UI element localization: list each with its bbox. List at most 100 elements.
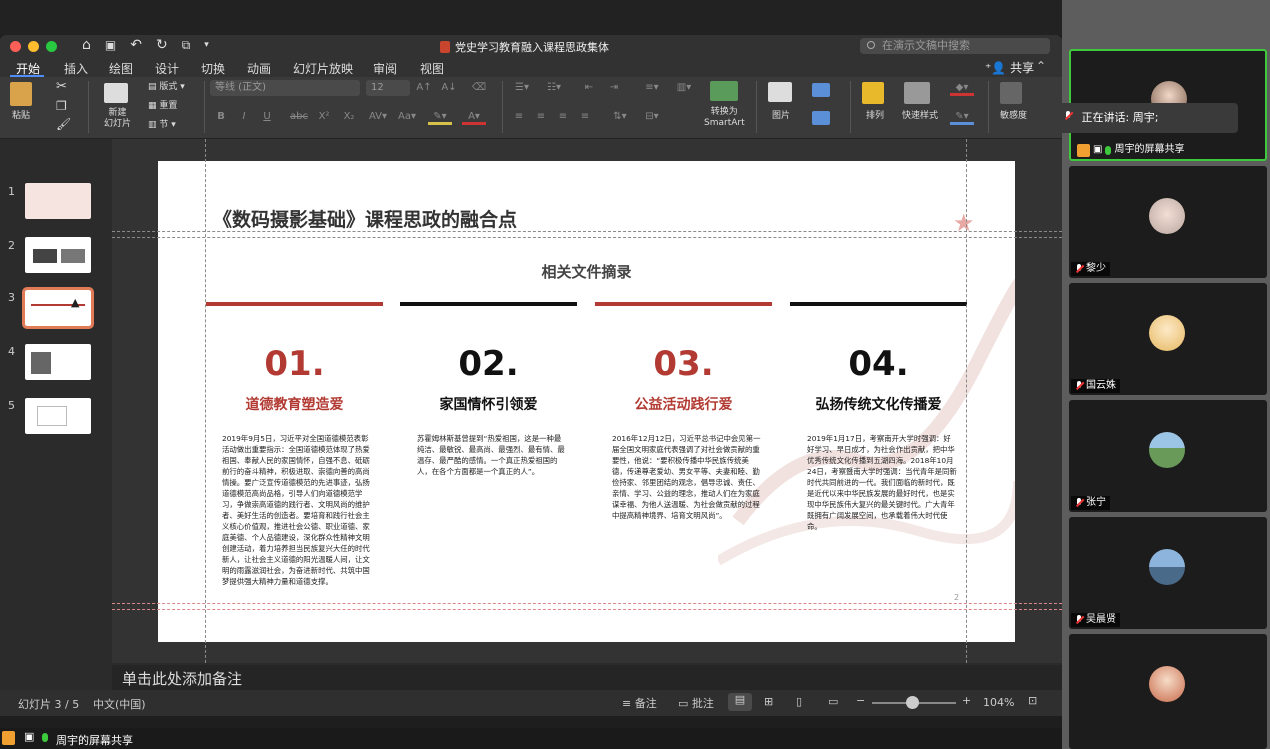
new-slide-icon[interactable]	[104, 83, 128, 103]
quick-styles-button[interactable]: 快速样式	[902, 108, 938, 121]
tab-draw[interactable]: 绘图	[109, 60, 133, 77]
arrange-icon[interactable]	[862, 82, 884, 104]
current-slide[interactable]: ★ 《数码摄影基础》课程思政的融合点 相关文件摘录 01. 02. 03. 04…	[158, 161, 1015, 642]
increase-font-icon[interactable]: A↑	[415, 80, 433, 96]
save-icon[interactable]: ▣	[105, 38, 116, 52]
paste-icon[interactable]	[10, 82, 32, 106]
tab-slideshow[interactable]: 幻灯片放映	[293, 60, 353, 77]
quick-styles-icon[interactable]	[904, 82, 930, 104]
clear-format-icon[interactable]: ⌫	[470, 80, 488, 96]
sensitivity-button[interactable]: 敏感度	[1000, 108, 1027, 121]
tab-view[interactable]: 视图	[420, 60, 444, 77]
zoom-window-button[interactable]	[46, 41, 57, 52]
slide-thumbnail-1[interactable]	[25, 183, 91, 219]
font-size-select[interactable]: 12	[366, 80, 410, 96]
minimize-window-button[interactable]	[28, 41, 39, 52]
normal-view-icon[interactable]: ▤	[728, 693, 752, 711]
reset-button[interactable]: ▦ 重置	[148, 98, 177, 111]
cut-icon[interactable]: ✂	[56, 79, 67, 94]
shape-fill-icon[interactable]: ◆▾	[950, 80, 974, 96]
subscript-icon[interactable]: X₂	[340, 109, 358, 125]
highlight-icon[interactable]: ✎▾	[428, 109, 452, 125]
slide-page-number: 2	[954, 593, 960, 602]
arrange-button[interactable]: 排列	[866, 108, 884, 121]
notes-button[interactable]: ≡ 备注	[622, 695, 657, 711]
guide-line	[205, 139, 206, 663]
numbering-icon[interactable]: ☷▾	[542, 80, 566, 96]
participant-tile[interactable]: 张宁	[1069, 400, 1267, 512]
char-spacing-icon[interactable]: AV▾	[366, 109, 390, 125]
font-color-icon[interactable]: A▾	[462, 109, 486, 125]
format-painter-icon[interactable]: 🖌	[56, 117, 71, 131]
slide-thumbnail-3[interactable]: ▲	[22, 287, 94, 329]
participant-name-tag: 张宁	[1071, 496, 1110, 510]
collapse-ribbon-icon[interactable]: ⌃	[1036, 59, 1046, 73]
text-direction-icon[interactable]: ⇅▾	[608, 109, 632, 125]
change-case-icon[interactable]: Aa▾	[395, 109, 419, 125]
participant-tile[interactable]: 国云姝	[1069, 283, 1267, 395]
textbox-icon[interactable]	[812, 111, 830, 125]
strikethrough-icon[interactable]: abc	[288, 109, 310, 125]
align-left-icon[interactable]: ≡	[510, 109, 528, 125]
zoom-out-icon[interactable]: −	[856, 694, 865, 707]
underline-icon[interactable]: U	[258, 109, 276, 125]
bullets-icon[interactable]: ☰▾	[510, 80, 534, 96]
language-indicator[interactable]: 中文(中国)	[93, 696, 146, 712]
speaking-label: 正在讲话: 周宇;	[1081, 111, 1159, 124]
fit-to-window-icon[interactable]: ⊡	[1028, 694, 1037, 707]
align-right-icon[interactable]: ≡	[554, 109, 572, 125]
notes-pane[interactable]: 单击此处添加备注	[112, 665, 1062, 690]
home-icon[interactable]: ⌂	[82, 37, 91, 53]
shapes-icon[interactable]	[812, 83, 830, 97]
italic-icon[interactable]: I	[235, 109, 253, 125]
decrease-font-icon[interactable]: A↓	[440, 80, 458, 96]
new-slide-button[interactable]: 新建 幻灯片	[104, 108, 131, 130]
decrease-indent-icon[interactable]: ⇤	[580, 80, 598, 96]
tab-review[interactable]: 审阅	[373, 60, 397, 77]
search-box[interactable]: 在演示文稿中搜索	[860, 38, 1050, 54]
tab-design[interactable]: 设计	[155, 60, 179, 77]
participant-tile[interactable]	[1069, 634, 1267, 749]
copy-icon[interactable]: ❐	[56, 99, 67, 113]
slide-thumbnail-4[interactable]	[25, 344, 91, 380]
layout-button[interactable]: ▤ 版式 ▾	[148, 79, 185, 92]
section-button[interactable]: ▥ 节 ▾	[148, 117, 176, 130]
quick-access-toolbar: ⌂ ▣ ↶ ↻ ⧉ ▾	[82, 37, 209, 53]
smartart-icon[interactable]	[710, 81, 738, 101]
tab-transitions[interactable]: 切换	[201, 60, 225, 77]
customize-toolbar-icon[interactable]: ▾	[204, 40, 209, 50]
slide-thumbnail-5[interactable]	[25, 398, 91, 434]
justify-icon[interactable]: ≡	[576, 109, 594, 125]
align-center-icon[interactable]: ≡	[532, 109, 550, 125]
picture-icon[interactable]	[768, 82, 792, 102]
bold-icon[interactable]: B	[212, 109, 230, 125]
columns-icon[interactable]: ▥▾	[672, 80, 696, 96]
tab-insert[interactable]: 插入	[64, 60, 88, 77]
zoom-in-icon[interactable]: +	[962, 694, 971, 707]
present-icon[interactable]: ⧉	[182, 38, 191, 53]
convert-smartart-button[interactable]: 转换为 SmartArt	[704, 107, 745, 129]
align-text-icon[interactable]: ⊟▾	[640, 109, 664, 125]
reading-view-icon[interactable]: ▯	[796, 695, 802, 708]
tab-animations[interactable]: 动画	[247, 60, 271, 77]
slideshow-view-icon[interactable]: ▭	[828, 695, 838, 708]
increase-indent-icon[interactable]: ⇥	[605, 80, 623, 96]
zoom-level[interactable]: 104%	[983, 696, 1014, 709]
sensitivity-icon[interactable]	[1000, 82, 1022, 104]
participant-tile[interactable]: 黎少	[1069, 166, 1267, 278]
redo-icon[interactable]: ↻	[156, 37, 168, 53]
shape-outline-icon[interactable]: ✎▾	[950, 109, 974, 125]
share-button[interactable]: ⁺👤 共享	[985, 59, 1034, 76]
comments-button[interactable]: ▭ 批注	[678, 695, 714, 711]
zoom-slider-handle[interactable]	[906, 696, 919, 709]
slide-sorter-icon[interactable]: ⊞	[764, 695, 773, 708]
undo-icon[interactable]: ↶	[130, 37, 142, 53]
superscript-icon[interactable]: X²	[315, 109, 333, 125]
paste-button[interactable]: 粘贴	[12, 108, 30, 121]
participant-tile[interactable]: 吴晨贤	[1069, 517, 1267, 629]
picture-button[interactable]: 图片	[772, 108, 790, 121]
close-window-button[interactable]	[10, 41, 21, 52]
line-spacing-icon[interactable]: ≡▾	[640, 80, 664, 96]
font-name-select[interactable]: 等线 (正文)	[210, 80, 360, 96]
slide-thumbnail-2[interactable]	[25, 237, 91, 273]
